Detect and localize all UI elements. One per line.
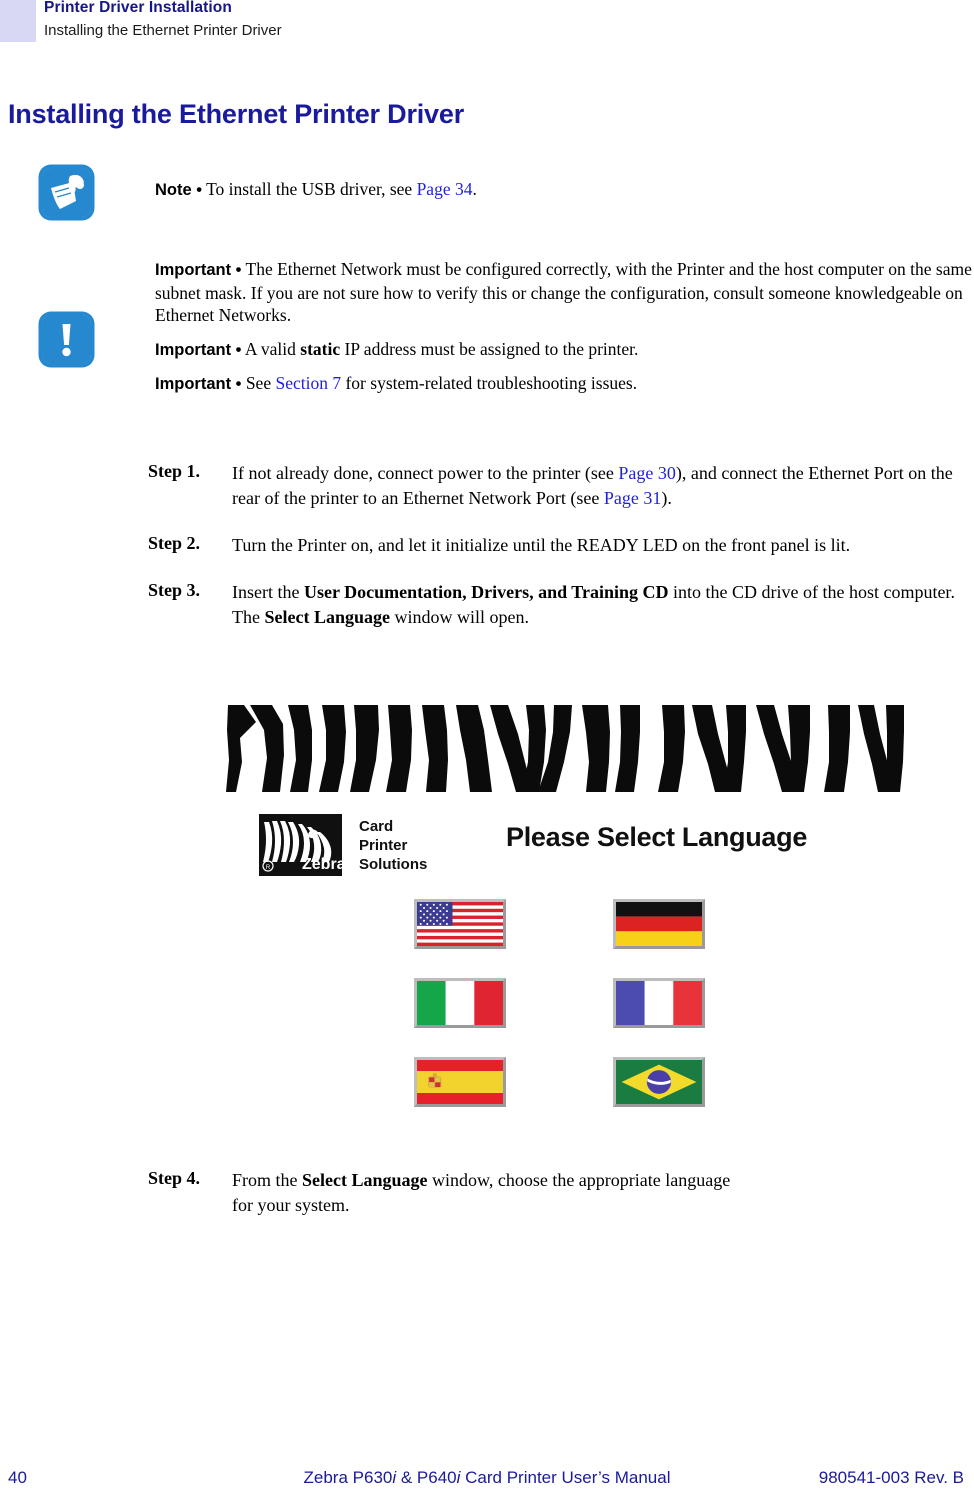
important-body-1: The Ethernet Network must be configured … [155,259,972,325]
svg-text:Card: Card [359,818,393,835]
step-1-xref-2[interactable]: Page 31 [604,488,662,508]
step-item-2: Step 2. Turn the Printer on, and let it … [0,533,974,558]
running-header: Printer Driver Installation Installing t… [0,0,974,50]
step-1-seg-3: ). [661,488,672,508]
step-1-xref-1[interactable]: Page 30 [618,463,676,483]
step-label-3: Step 3. [148,580,201,600]
step-item-1: Step 1. If not already done, connect pow… [0,461,974,511]
note-text-after: . [472,179,477,199]
footer-document-number: 980541-003 Rev. B [818,1468,964,1487]
step-3-emphasis-cd: User Documentation, Drivers, and Trainin… [303,582,669,602]
step-text-1: If not already done, connect power to th… [232,461,956,511]
header-chapter-title: Printer Driver Installation [44,0,232,16]
important-body-3b: for system-related troubleshooting issue… [341,373,638,393]
flag-button-spain[interactable] [414,1057,506,1107]
note-text: Note • To install the USB driver, see Pa… [155,178,855,202]
svg-text:R: R [266,865,271,871]
svg-text:Zebra: Zebra [302,856,346,873]
step-text-2: Turn the Printer on, and let it initiali… [232,533,956,558]
step-item-4: Step 4. From the Select Language window,… [0,1168,974,1218]
zebra-card-printer-solutions-logo: Zebra R Card Printer Solutions [259,814,457,876]
step-label-4: Step 4. [148,1168,201,1188]
exclamation-mark-icon [40,313,93,366]
svg-text:Printer: Printer [359,837,408,854]
footer-title-part-3: Card Printer User’s Manual [460,1468,671,1487]
important-body-3a: See [241,373,276,393]
flag-button-united-states[interactable] [414,899,506,949]
important-text: Important • The Ethernet Network must be… [155,258,974,396]
footer-title-part-2: & P640 [396,1468,457,1487]
step-4-seg-1: From the [232,1170,302,1190]
important-emphasis-static: static [300,338,341,359]
step-3-seg-3: window will open. [389,607,529,627]
flag-button-france[interactable] [613,978,705,1028]
splash-heading: Please Select Language [506,822,808,852]
flag-button-italy[interactable] [414,978,506,1028]
important-lead-label-1: Important • [155,261,242,279]
step-text-3: Insert the User Documentation, Drivers, … [232,580,956,630]
step-3-emphasis-window: Select Language [264,607,390,627]
important-xref-link[interactable]: Section 7 [275,373,341,393]
note-lead-label: Note • [155,181,203,199]
header-section-title: Installing the Ethernet Printer Driver [44,22,282,39]
step-item-3: Step 3. Insert the User Documentation, D… [0,580,974,630]
important-body-2a: A valid [241,338,301,359]
note-document-icon [40,166,93,219]
important-body-2b: IP address must be assigned to the print… [340,338,639,359]
important-lead-label-3: Important • [155,375,242,393]
page-footer: 40 Zebra P630i & P640i Card Printer User… [0,1468,974,1498]
step-label-1: Step 1. [148,461,201,481]
note-xref-link[interactable]: Page 34 [417,179,473,199]
important-item-1: Important • The Ethernet Network must be… [155,258,974,327]
step-1-seg-1: If not already done, connect power to th… [232,463,619,483]
step-3-seg-1: Insert the [232,582,304,602]
footer-title-part-1: Zebra P630 [303,1468,393,1487]
step-2-seg-1: Turn the Printer on, and let it initiali… [232,535,851,555]
zebra-stripe-banner [226,700,906,796]
select-language-splash-figure: Zebra R Card Printer Solutions Please Se… [226,700,906,1140]
step-list: Step 1. If not already done, connect pow… [0,461,974,652]
svg-text:Solutions: Solutions [359,856,427,873]
page-title: Installing the Ethernet Printer Driver [8,99,465,130]
note-text-before: To install the USB driver, see [202,179,417,199]
important-item-3: Important • See Section 7 for system-rel… [155,372,974,396]
flag-button-brazil[interactable] [613,1057,705,1107]
step-label-2: Step 2. [148,533,201,553]
important-item-2: Important • A valid static IP address mu… [155,338,974,362]
step-text-4: From the Select Language window, choose … [232,1168,754,1218]
flag-button-germany[interactable] [613,899,705,949]
step-4-emphasis-window: Select Language [302,1170,428,1190]
important-lead-label-2: Important • [155,340,242,359]
header-color-swatch [0,0,36,42]
